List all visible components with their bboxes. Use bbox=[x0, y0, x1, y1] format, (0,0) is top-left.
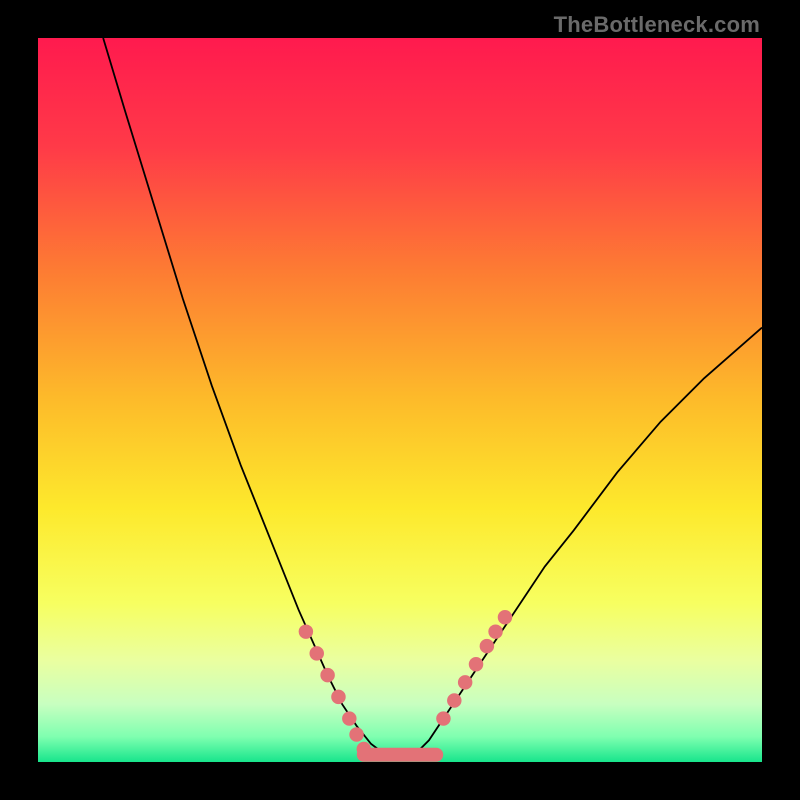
dot-dots-right-0 bbox=[436, 711, 450, 725]
dot-dots-right-1 bbox=[447, 693, 461, 707]
dot-dots-right-2 bbox=[458, 675, 472, 689]
dot-dots-left-0 bbox=[299, 624, 313, 638]
plot-area bbox=[38, 38, 762, 762]
dot-dots-right-3 bbox=[469, 657, 483, 671]
chart-curves bbox=[38, 38, 762, 762]
dot-dots-right-6 bbox=[498, 610, 512, 624]
series-curve-left bbox=[103, 38, 385, 755]
dot-dots-left-3 bbox=[331, 690, 345, 704]
dot-dots-right-5 bbox=[488, 624, 502, 638]
dot-dots-left-2 bbox=[320, 668, 334, 682]
dot-dots-right-4 bbox=[480, 639, 494, 653]
dot-dots-left-1 bbox=[310, 646, 324, 660]
chart-frame: TheBottleneck.com bbox=[0, 0, 800, 800]
dot-dots-left-5 bbox=[349, 727, 363, 741]
series-curve-right bbox=[414, 328, 762, 755]
dot-dots-left-4 bbox=[342, 711, 356, 725]
dot-dots-left-6 bbox=[357, 742, 371, 756]
watermark-text: TheBottleneck.com bbox=[554, 12, 760, 38]
